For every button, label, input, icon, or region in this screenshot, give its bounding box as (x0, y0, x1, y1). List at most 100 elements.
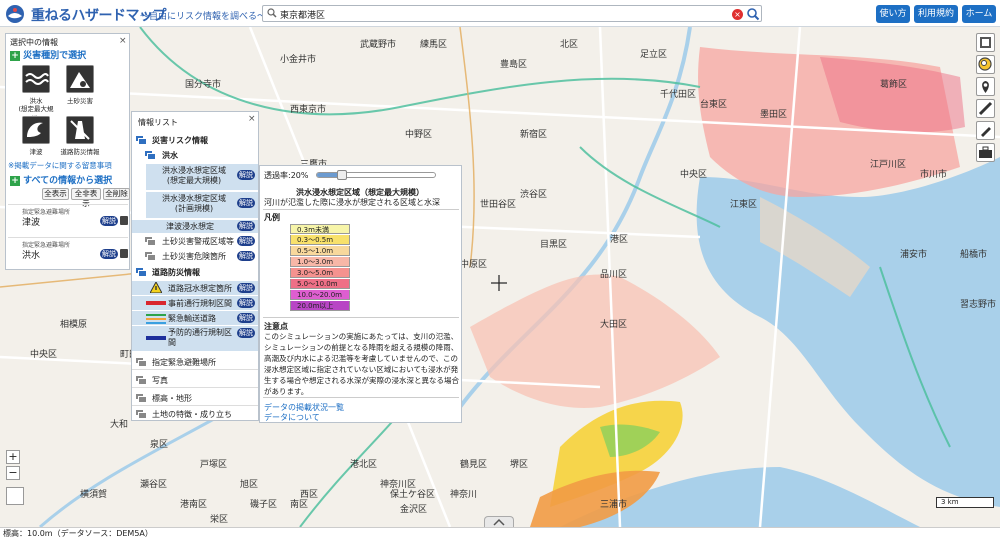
pin-tool[interactable] (976, 77, 995, 96)
briefcase-icon (979, 146, 992, 158)
show-all-button[interactable]: 全表示 (42, 188, 69, 200)
map-place-label: 江戸川区 (870, 159, 906, 170)
map-place-label: 小金井市 (280, 53, 316, 65)
explain-button[interactable]: 解説 (237, 328, 255, 338)
explain-button[interactable]: 解説 (237, 198, 255, 208)
search-submit-icon[interactable] (746, 7, 760, 21)
info-row-tsunami[interactable]: 津波浸水想定 解説 (132, 220, 258, 233)
scale-bar: 3 km (936, 497, 994, 508)
info-row-label: 津波浸水想定 (166, 222, 214, 231)
explain-button[interactable]: 解説 (237, 170, 255, 180)
legend-row: 20.0m以上 (290, 301, 350, 311)
info-row-elevation[interactable]: 標高・地形 (132, 390, 258, 406)
transparency-label: 透過率:20% (264, 171, 309, 180)
explain-button[interactable]: 解説 (237, 313, 255, 323)
search-location-tool[interactable] (976, 55, 995, 74)
map-place-label: 墨田区 (760, 109, 787, 120)
explain-button[interactable]: 解説 (237, 221, 255, 231)
map-place-label: 台東区 (700, 98, 727, 110)
header-bar: 重ねるハザードマップ ～自由にリスク情報を調べる～ 東京都港区 × 使い方 利用… (0, 0, 1000, 27)
explain-button[interactable]: 解説 (237, 251, 255, 261)
map-place-label: 浦安市 (900, 248, 927, 260)
map-place-label: 三浦市 (600, 498, 627, 510)
trash-icon[interactable] (120, 216, 128, 225)
close-icon[interactable]: × (248, 114, 256, 124)
hazard-tile-road[interactable] (66, 116, 94, 144)
data-notes-link[interactable]: ※掲載データに関する留意事項 (8, 160, 112, 171)
folder-icon (135, 267, 148, 277)
info-row-road-flood[interactable]: 道路冠水想定箇所 解説 (132, 281, 258, 295)
map-place-label: 磯子区 (250, 498, 277, 510)
zoom-out-button[interactable]: − (6, 466, 20, 480)
info-row-landslide-danger[interactable]: 土砂災害危険箇所 解説 (132, 250, 258, 263)
select-all-info-link[interactable]: + すべての情報から選択 (10, 173, 112, 186)
legend-description: 河川が氾濫した際に浸水が想定される区域と水深 (264, 198, 440, 207)
hazard-tile-tsunami[interactable] (22, 116, 50, 144)
map-place-label: 目黒区 (540, 239, 567, 250)
info-row-flood-max[interactable]: 洪水浸水想定区域 (想定最大規模) 解説 (146, 164, 258, 190)
warning-icon (150, 282, 162, 293)
measure-tool[interactable] (976, 99, 995, 118)
info-row-road-restrict[interactable]: 事前通行規制区間 解説 (132, 296, 258, 310)
map-place-label: 保土ケ谷区 (390, 488, 435, 500)
info-row-shelter[interactable]: 指定緊急避難場所 (132, 354, 258, 370)
hazard-tile-flood[interactable] (22, 65, 50, 93)
map-place-label: 大田区 (600, 318, 627, 330)
home-button[interactable]: ホーム (962, 5, 996, 23)
layers-tool[interactable] (976, 33, 995, 52)
about-data-link[interactable]: データについて (264, 412, 320, 423)
explain-button[interactable]: 解説 (237, 236, 255, 246)
divider (263, 209, 459, 210)
selected-item[interactable]: 指定緊急避難場所 洪水 解説 (8, 237, 128, 263)
info-row-flood[interactable]: 洪水 (132, 149, 258, 162)
info-row-landslide-zone[interactable]: 土砂災害警戒区域等 解説 (132, 235, 258, 248)
map-place-label: 渋谷区 (520, 188, 547, 200)
minimap-toggle-button[interactable] (6, 487, 24, 505)
clear-search-icon[interactable]: × (732, 9, 743, 20)
map-place-label: 世田谷区 (480, 198, 516, 210)
info-row-photo[interactable]: 写真 (132, 372, 258, 388)
map-place-label: 泉区 (150, 438, 168, 450)
map-place-label: 鶴見区 (460, 458, 487, 470)
how-to-use-button[interactable]: 使い方 (876, 5, 910, 23)
info-row-emergency-road[interactable]: 緊急輸送道路 解説 (132, 311, 258, 325)
hide-all-button[interactable]: 全非表示 (71, 188, 101, 208)
info-row-risk[interactable]: 災害リスク情報 (132, 134, 258, 147)
green-line-icon (146, 314, 166, 316)
map-place-label: 豊島区 (500, 58, 527, 70)
hazard-tile-landslide[interactable] (66, 65, 94, 93)
search-bar[interactable]: 東京都港区 × (262, 5, 762, 22)
panel-title: 選択中の情報 (10, 38, 58, 47)
terms-button[interactable]: 利用規約 (914, 5, 958, 23)
info-row-label: 事前通行規制区間 (168, 299, 232, 308)
panel-title: 情報リスト (138, 118, 178, 127)
explain-button[interactable]: 解説 (237, 283, 255, 293)
expand-panel-tab[interactable] (484, 516, 514, 527)
hazard-tile-road-label: 道路防災情報 (60, 148, 100, 156)
info-row-label: 洪水浸水想定区域 (想定最大規模) (162, 166, 226, 185)
search-input[interactable]: 東京都港区 (280, 8, 325, 21)
tsunami-icon (23, 117, 49, 143)
transparency-slider[interactable] (316, 170, 436, 180)
map-place-label: 旭区 (240, 478, 258, 490)
info-row-preventive[interactable]: 予防的通行規制区 間 解説 (132, 326, 258, 351)
map-place-label: 横須賀 (80, 488, 107, 500)
draw-tool[interactable] (976, 121, 995, 140)
explain-button[interactable]: 解説 (237, 298, 255, 308)
explain-button[interactable]: 解説 (100, 249, 118, 259)
delete-all-button[interactable]: 全削除 (103, 188, 130, 200)
map-place-label: 大和 (110, 418, 128, 430)
map-place-label: 相模原 (60, 318, 87, 330)
info-row-land[interactable]: 土地の特徴・成り立ち (132, 407, 258, 421)
close-icon[interactable]: × (119, 36, 127, 46)
explain-button[interactable]: 解説 (100, 216, 118, 226)
toolbox-tool[interactable] (976, 143, 995, 162)
select-by-type-link[interactable]: + 災害種別で選択 (10, 48, 86, 61)
selected-item[interactable]: 指定緊急避難場所 津波 解説 (8, 204, 128, 230)
zoom-in-button[interactable]: + (6, 450, 20, 464)
info-row-road[interactable]: 道路防災情報 (132, 266, 258, 279)
map-place-label: 西区 (300, 489, 318, 500)
transparency-slider-handle[interactable] (336, 170, 347, 180)
info-row-flood-plan[interactable]: 洪水浸水想定区域 (計画規模) 解説 (146, 192, 258, 218)
trash-icon[interactable] (120, 249, 128, 258)
